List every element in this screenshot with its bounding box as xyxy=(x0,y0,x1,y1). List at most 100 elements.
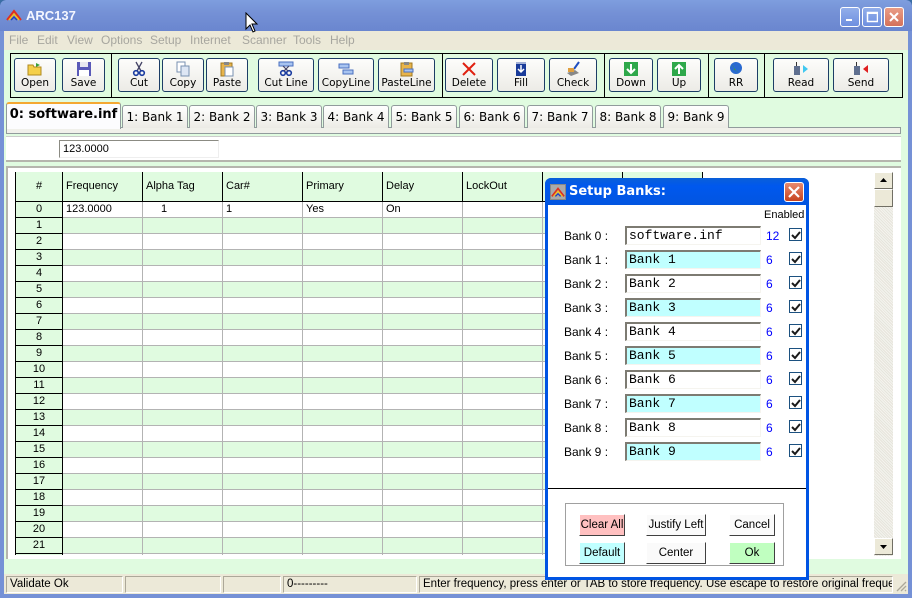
bank-enabled-checkbox[interactable] xyxy=(789,300,802,313)
cell-alpha-tag[interactable] xyxy=(143,314,223,330)
minimize-button[interactable] xyxy=(840,7,860,27)
menu-edit[interactable]: Edit xyxy=(37,33,58,47)
cancel-button[interactable]: Cancel xyxy=(729,514,775,536)
cell-lockout[interactable] xyxy=(463,538,543,554)
cell-alpha-tag[interactable]: 1 xyxy=(143,202,223,218)
cell-lockout[interactable] xyxy=(463,378,543,394)
copy-button[interactable]: Copy xyxy=(162,58,204,92)
cell-car[interactable]: 1 xyxy=(223,202,303,218)
cell-car[interactable] xyxy=(223,474,303,490)
bank-enabled-checkbox[interactable] xyxy=(789,372,802,385)
cell-delay[interactable] xyxy=(383,426,463,442)
cell-car[interactable] xyxy=(223,250,303,266)
cell-alpha-tag[interactable] xyxy=(143,266,223,282)
cell-frequency[interactable] xyxy=(63,426,143,442)
cell-delay[interactable] xyxy=(383,346,463,362)
cell-primary[interactable] xyxy=(303,298,383,314)
cell-delay[interactable] xyxy=(383,298,463,314)
cell-lockout[interactable] xyxy=(463,458,543,474)
cell-primary[interactable] xyxy=(303,474,383,490)
menu-tools[interactable]: Tools xyxy=(293,33,321,47)
cell-car[interactable] xyxy=(223,410,303,426)
cell-lockout[interactable] xyxy=(463,394,543,410)
paste-line-button[interactable]: PasteLine xyxy=(378,58,435,92)
cell-frequency[interactable] xyxy=(63,458,143,474)
close-button[interactable] xyxy=(884,7,904,27)
cell-lockout[interactable] xyxy=(463,506,543,522)
cell-frequency[interactable] xyxy=(63,474,143,490)
cell-lockout[interactable] xyxy=(463,442,543,458)
cell-lockout[interactable] xyxy=(463,330,543,346)
cell-frequency[interactable] xyxy=(63,362,143,378)
cell-lockout[interactable] xyxy=(463,314,543,330)
cell-primary[interactable] xyxy=(303,554,383,555)
cell-frequency[interactable] xyxy=(63,506,143,522)
cell-alpha-tag[interactable] xyxy=(143,538,223,554)
column-header-index[interactable]: # xyxy=(16,172,63,202)
bank-name-input[interactable]: Bank 4 xyxy=(625,322,761,341)
cell-car[interactable] xyxy=(223,554,303,555)
cell-lockout[interactable] xyxy=(463,202,543,218)
tab-bank-3[interactable]: 3: Bank 3 xyxy=(256,105,322,128)
bank-enabled-checkbox[interactable] xyxy=(789,348,802,361)
cell-delay[interactable] xyxy=(383,538,463,554)
tab-bank-9[interactable]: 9: Bank 9 xyxy=(663,105,729,128)
bank-name-input[interactable]: Bank 1 xyxy=(625,250,761,269)
bank-enabled-checkbox[interactable] xyxy=(789,444,802,457)
cell-alpha-tag[interactable] xyxy=(143,554,223,555)
cell-primary[interactable] xyxy=(303,490,383,506)
cell-delay[interactable] xyxy=(383,506,463,522)
cut-button[interactable]: Cut xyxy=(118,58,160,92)
cell-frequency[interactable] xyxy=(63,346,143,362)
cell-frequency[interactable] xyxy=(63,282,143,298)
cell-alpha-tag[interactable] xyxy=(143,394,223,410)
cell-frequency[interactable] xyxy=(63,538,143,554)
cell-frequency[interactable] xyxy=(63,522,143,538)
bank-enabled-checkbox[interactable] xyxy=(789,228,802,241)
cell-frequency[interactable] xyxy=(63,266,143,282)
cell-primary[interactable] xyxy=(303,442,383,458)
justify-left-button[interactable]: Justify Left xyxy=(646,514,706,536)
bank-name-input[interactable]: Bank 5 xyxy=(625,346,761,365)
cell-frequency[interactable] xyxy=(63,410,143,426)
bank-enabled-checkbox[interactable] xyxy=(789,420,802,433)
bank-name-input[interactable]: Bank 2 xyxy=(625,274,761,293)
cell-delay[interactable] xyxy=(383,554,463,555)
down-button[interactable]: Down xyxy=(609,58,653,92)
cell-lockout[interactable] xyxy=(463,522,543,538)
cell-primary[interactable] xyxy=(303,538,383,554)
cell-frequency[interactable] xyxy=(63,442,143,458)
cell-primary[interactable] xyxy=(303,330,383,346)
bank-enabled-checkbox[interactable] xyxy=(789,396,802,409)
cell-primary[interactable] xyxy=(303,394,383,410)
cell-primary[interactable]: Yes xyxy=(303,202,383,218)
vertical-scrollbar[interactable] xyxy=(874,172,893,556)
read-button[interactable]: Read xyxy=(773,58,829,92)
tab-bank-8[interactable]: 8: Bank 8 xyxy=(595,105,661,128)
cell-alpha-tag[interactable] xyxy=(143,458,223,474)
cell-lockout[interactable] xyxy=(463,426,543,442)
ok-button[interactable]: Ok xyxy=(729,542,775,564)
rr-button[interactable]: RR xyxy=(714,58,758,92)
title-bar[interactable]: ARC137 xyxy=(0,0,912,31)
cell-delay[interactable] xyxy=(383,282,463,298)
menu-setup[interactable]: Setup xyxy=(150,33,181,47)
cell-frequency[interactable] xyxy=(63,234,143,250)
cell-primary[interactable] xyxy=(303,282,383,298)
cell-primary[interactable] xyxy=(303,506,383,522)
cell-delay[interactable] xyxy=(383,490,463,506)
cell-lockout[interactable] xyxy=(463,554,543,555)
send-button[interactable]: Send xyxy=(833,58,889,92)
bank-name-input[interactable]: Bank 8 xyxy=(625,418,761,437)
scroll-down-button[interactable] xyxy=(874,538,893,555)
cell-frequency[interactable] xyxy=(63,490,143,506)
cell-car[interactable] xyxy=(223,442,303,458)
cell-primary[interactable] xyxy=(303,426,383,442)
cell-frequency[interactable] xyxy=(63,394,143,410)
bank-name-input[interactable]: Bank 7 xyxy=(625,394,761,413)
cell-alpha-tag[interactable] xyxy=(143,234,223,250)
tab-bank-4[interactable]: 4: Bank 4 xyxy=(323,105,389,128)
cell-car[interactable] xyxy=(223,490,303,506)
menu-help[interactable]: Help xyxy=(330,33,355,47)
open-button[interactable]: Open xyxy=(14,58,56,92)
